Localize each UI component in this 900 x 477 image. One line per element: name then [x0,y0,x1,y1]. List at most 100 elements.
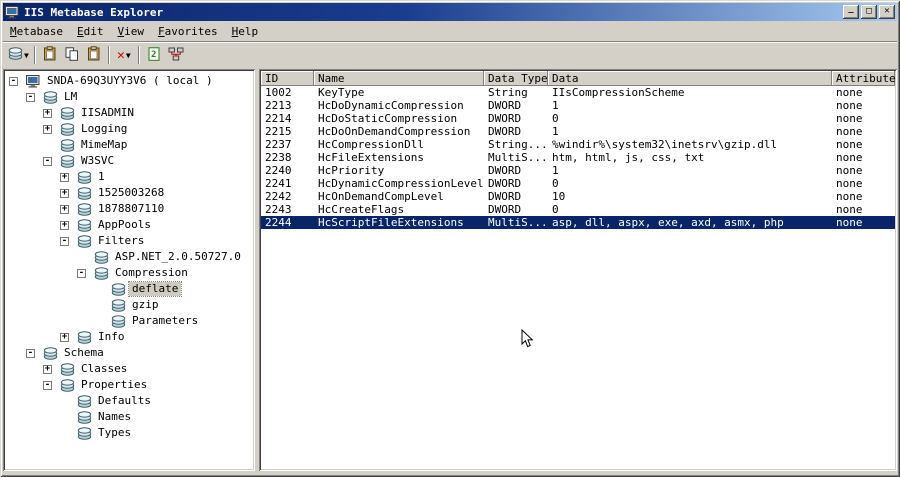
tree-item-1878807110[interactable]: +1878807110 [6,201,252,217]
tree-item-mimemap[interactable]: MimeMap [6,137,252,153]
export-button[interactable]: 2 [143,44,165,66]
cell-data-type: DWORD [488,203,522,216]
property-row-2214[interactable]: 2214 HcDoStaticCompression DWORD 0 none [261,112,895,125]
property-row-2242[interactable]: 2242 HcOnDemandCompLevel DWORD 10 none [261,190,895,203]
maximize-button[interactable]: □ [861,5,877,19]
tree-item-deflate[interactable]: deflate [6,281,252,297]
property-row-2238[interactable]: 2238 HcFileExtensions MultiS... htm, html, … [261,151,895,164]
collapse-icon[interactable]: - [43,156,52,166]
menu-item-metabase[interactable]: Metabase [4,22,71,41]
expand-icon[interactable]: + [60,172,69,182]
tree-item-label: LM [64,90,78,103]
tree-item-logging[interactable]: + Logging [6,121,252,137]
connect-button[interactable]: ▼ [6,44,31,66]
tree-item-iisadmin[interactable]: + IISADMIN [6,105,252,121]
cell-data-type: DWORD [488,99,522,112]
tree-item-label: Logging [81,122,128,135]
property-row-2240[interactable]: 2240 HcPriority DWORD 1 none [261,164,895,177]
expand-icon[interactable]: + [60,220,69,230]
column-header-name[interactable]: Name [314,71,484,86]
expand-icon[interactable]: + [60,204,69,214]
expand-icon[interactable]: + [43,364,52,374]
tree-item-parameters[interactable]: Parameters [6,313,252,329]
paste-button[interactable] [39,44,61,66]
tree-item-schema[interactable]: - Schema [6,345,252,361]
cell-id: 2244 [265,216,292,229]
metabase-tree: - SNDA-69Q3UYY3V6 ( local ) - LM + IISADMIN + L… [3,69,255,471]
tree-item-label: 1878807110 [98,202,165,215]
cell-data-type: String [488,86,528,99]
collapse-icon[interactable]: - [26,92,35,102]
expand-icon[interactable]: + [60,332,69,342]
cell-attributes: none [836,177,863,190]
expand-icon[interactable]: + [43,108,52,118]
tree-item-types[interactable]: Types [6,425,252,441]
collapse-icon[interactable]: - [9,76,18,86]
minimize-button[interactable]: _ [843,5,859,19]
tree-item-properties[interactable]: - Properties [6,377,252,393]
expand-slot: - [43,380,60,390]
tree-item-asp-net-2-0-50727-0[interactable]: ASP.NET_2.0.50727.0 [6,249,252,265]
cell-data: IIsCompressionScheme [552,86,685,99]
tree-item-classes[interactable]: + Classes [6,361,252,377]
tree-item-gzip[interactable]: gzip [6,297,252,313]
copy-button[interactable] [61,44,83,66]
title-bar[interactable]: IIS Metabase Explorer _ □ ✕ [3,3,897,21]
property-row-2243[interactable]: 2243 HcCreateFlags DWORD 0 none [261,203,895,216]
dropdown-arrow-icon[interactable]: ▼ [126,51,131,60]
tree-item-names[interactable]: Names [6,409,252,425]
tree-item-lm[interactable]: - LM [6,89,252,105]
column-header-data[interactable]: Data [548,71,832,86]
delete-button[interactable]: ✕ ▼ [113,44,135,66]
menu-item-edit[interactable]: Edit [71,22,112,41]
expand-slot: - [77,268,94,278]
db-icon [60,378,78,392]
property-row-2241[interactable]: 2241 HcDynamicCompressionLevel DWORD 0 none [261,177,895,190]
collapse-icon[interactable]: - [43,380,52,390]
property-row-2244[interactable]: 2244 HcScriptFileExtensions MultiS... asp, … [261,216,895,229]
db-icon [60,362,78,376]
cell-data: 0 [552,203,559,216]
tree-item-1525003268[interactable]: +1525003268 [6,185,252,201]
paste-special-button[interactable] [83,44,105,66]
menu-bar: Metabase Edit View Favorites Help [3,21,897,41]
tree-item-snda-69q3uyy3v6-local[interactable]: - SNDA-69Q3UYY3V6 ( local ) [6,73,252,89]
menu-item-view[interactable]: View [111,22,152,41]
dropdown-arrow-icon[interactable]: ▼ [24,51,29,60]
property-row-2213[interactable]: 2213 HcDoDynamicCompression DWORD 1 none [261,99,895,112]
cell-name: HcDynamicCompressionLevel [318,177,484,190]
tree-item-w3svc[interactable]: - W3SVC [6,153,252,169]
expand-icon[interactable]: + [43,124,52,134]
expand-slot: + [43,124,60,134]
tree-item-1[interactable]: +1 [6,169,252,185]
tree-item-info[interactable]: + Info [6,329,252,345]
collapse-icon[interactable]: - [77,268,86,278]
cell-id: 2242 [265,190,292,203]
column-header-data-type[interactable]: Data Type [484,71,548,86]
column-header-attributes[interactable]: Attributes [832,71,895,86]
tree-item-label: ASP.NET_2.0.50727.0 [115,250,241,263]
tree-item-compression[interactable]: - Compression [6,265,252,281]
tree-item-filters[interactable]: - Filters [6,233,252,249]
cell-id: 2240 [265,164,292,177]
property-row-1002[interactable]: 1002 KeyType String IIsCompressionScheme non… [261,86,895,99]
collapse-icon[interactable]: - [60,236,69,246]
close-button[interactable]: ✕ [879,5,895,19]
paste-icon [87,46,101,64]
property-row-2215[interactable]: 2215 HcDoOnDemandCompression DWORD 1 none [261,125,895,138]
cell-data-type: DWORD [488,190,522,203]
expand-icon[interactable]: + [60,188,69,198]
toolbar-separator [107,46,110,64]
collapse-icon[interactable]: - [26,348,35,358]
menu-item-favorites[interactable]: Favorites [152,22,226,41]
cell-attributes: none [836,151,863,164]
expand-slot: + [43,108,60,118]
db-icon [60,154,78,168]
tree-item-defaults[interactable]: Defaults [6,393,252,409]
tree-item-label: W3SVC [81,154,115,167]
tree-item-apppools[interactable]: + AppPools [6,217,252,233]
property-row-2237[interactable]: 2237 HcCompressionDll String... %windir%\sy… [261,138,895,151]
network-button[interactable] [165,44,187,66]
menu-item-help[interactable]: Help [226,22,267,41]
column-header-id[interactable]: ID [261,71,314,86]
